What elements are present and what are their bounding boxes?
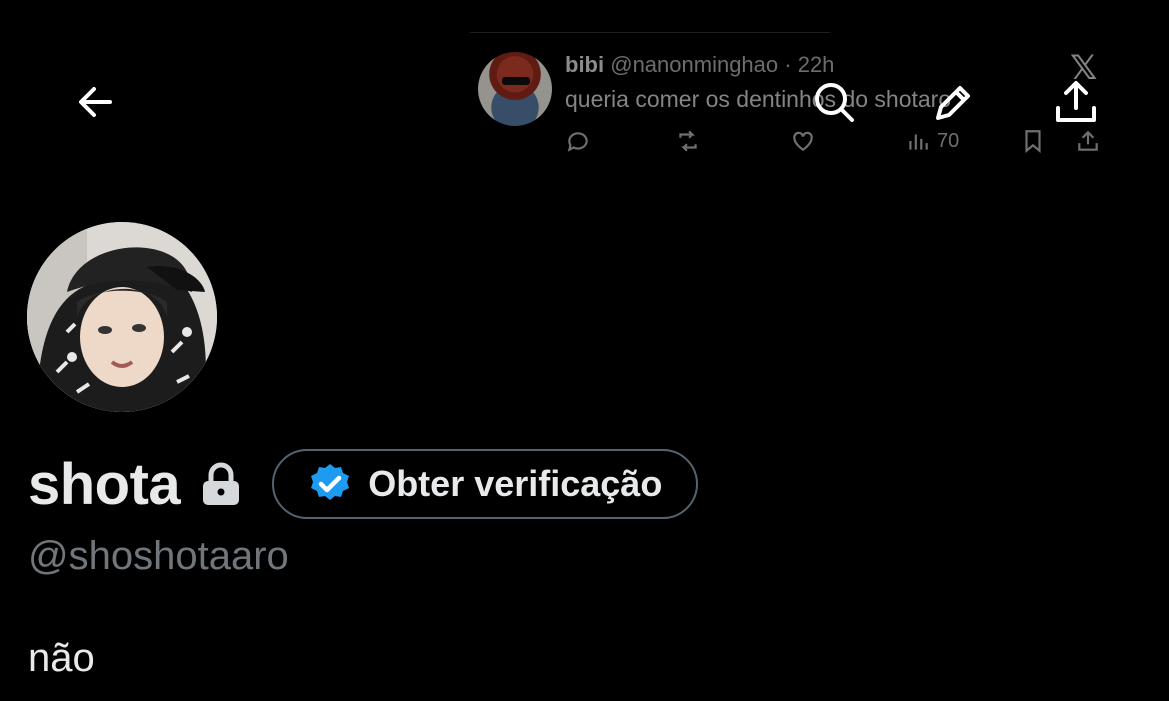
arrow-left-icon [79,87,112,117]
get-verified-button[interactable]: Obter verificação [272,449,699,519]
views-count: 70 [937,129,960,152]
sunglasses [502,77,530,85]
embedded-tweet[interactable]: bibi @nanonminghao · 22h 𝕏 queria comer … [470,32,1110,172]
share-button[interactable] [1052,78,1100,126]
reply-icon[interactable] [565,128,591,160]
retweet-icon[interactable] [675,128,701,160]
search-icon [815,83,854,122]
views-icon [909,134,928,150]
profile-avatar[interactable] [27,222,217,412]
tweet-time: · 22h [784,52,835,77]
bookmark-icon[interactable] [1020,128,1046,160]
search-button[interactable] [810,78,858,126]
tweet-actions: 70 [565,128,1105,158]
tweet-author-name[interactable]: bibi [565,52,604,77]
lock-icon [203,462,240,505]
share-small-icon[interactable] [1075,128,1101,160]
compose-button[interactable] [930,78,978,126]
tweet-author-handle: @nanonminghao [610,52,779,77]
share-icon [1056,81,1096,122]
profile-bio: não [28,636,95,680]
tweet-text: queria comer os dentinhos do shotaro [565,86,952,112]
profile-display-name: shota [28,451,181,517]
profile-name-row: shota Obter verificação [28,448,699,520]
views-stat[interactable]: 70 [905,128,959,154]
tweet-meta: bibi @nanonminghao · 22h [565,52,834,78]
like-icon[interactable] [790,128,816,160]
avatar-image [27,222,217,412]
pencil-icon [936,86,970,120]
back-button[interactable] [72,78,120,126]
profile-handle: @shoshotaaro [28,534,289,578]
get-verified-label: Obter verificação [368,463,663,504]
divider [470,32,830,33]
tweet-author-avatar[interactable] [478,52,552,126]
verified-badge-icon [311,464,350,500]
